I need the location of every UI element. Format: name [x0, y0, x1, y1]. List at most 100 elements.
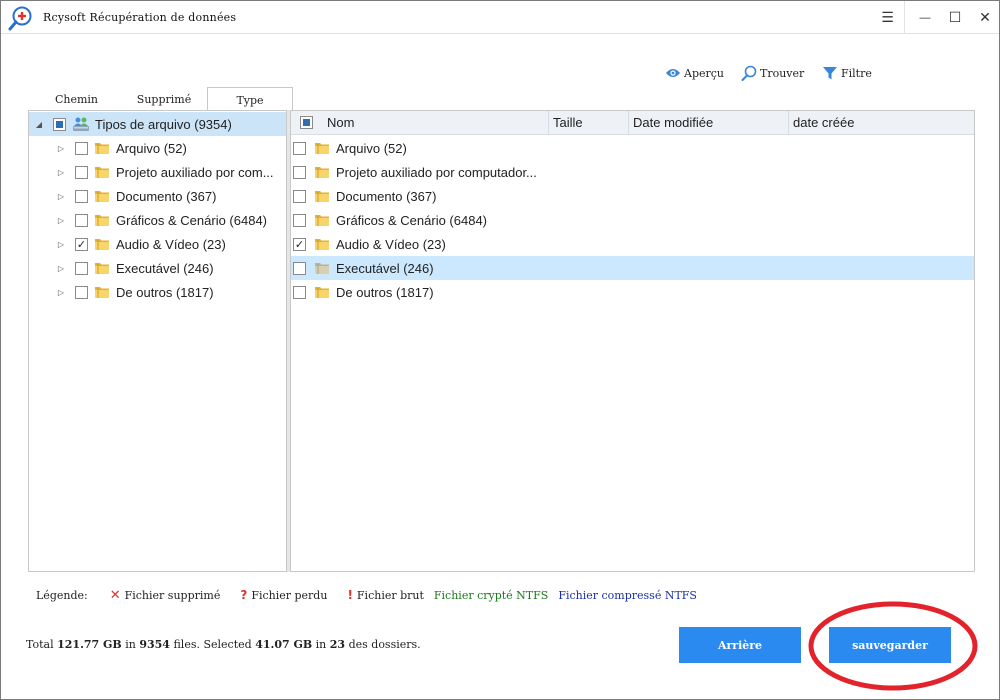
column-header-size[interactable]: Taille	[549, 111, 629, 135]
tree-item-checkbox[interactable]	[75, 165, 88, 179]
table-row[interactable]: Documento (367)	[291, 184, 974, 208]
tree-item-checkbox[interactable]	[75, 189, 88, 203]
row-name: Arquivo (52)	[336, 140, 407, 156]
expand-arrow-icon[interactable]: ▷	[57, 216, 65, 225]
folder-icon	[95, 215, 109, 226]
folder-icon	[95, 143, 109, 154]
status-total-files: 9354	[139, 638, 170, 651]
row-checkbox[interactable]	[293, 141, 306, 155]
find-button[interactable]: Trouver	[741, 64, 804, 82]
table-row[interactable]: Executável (246)	[291, 256, 974, 280]
row-checkbox[interactable]	[293, 165, 306, 179]
close-icon: ✕	[979, 9, 991, 25]
filter-label: Filtre	[841, 66, 872, 80]
tree-item-checkbox[interactable]	[75, 213, 88, 227]
expand-arrow-icon[interactable]: ▷	[57, 192, 65, 201]
folder-icon	[315, 287, 329, 298]
status-bar: Total 121.77 GB in 9354 files. Selected …	[26, 638, 421, 651]
row-name: Executável (246)	[336, 260, 434, 276]
save-button[interactable]: sauvegarder	[829, 627, 951, 663]
status-total-size: 121.77 GB	[57, 638, 122, 651]
tree-item-checkbox[interactable]	[75, 261, 88, 275]
status-prefix: Total	[26, 638, 54, 651]
maximize-button[interactable]: ☐	[939, 1, 971, 34]
expand-arrow-icon[interactable]: ▷	[57, 240, 65, 249]
tree-item-label: Audio & Vídeo (23)	[116, 236, 226, 252]
tree-item-label: Executável (246)	[116, 260, 214, 276]
expand-arrow-icon[interactable]: ▷	[57, 288, 65, 297]
expand-arrow-icon[interactable]: ▷	[57, 264, 65, 273]
menu-button[interactable]: ☰	[871, 1, 905, 34]
column-header-modified[interactable]: Date modifiée	[629, 111, 789, 135]
table-row[interactable]: Projeto auxiliado por computador...	[291, 160, 974, 184]
tree-item-label: Projeto auxiliado por com...	[116, 164, 274, 180]
tree-root-checkbox[interactable]	[53, 117, 66, 131]
tree-item[interactable]: ▷ Audio & Vídeo (23)	[29, 232, 286, 256]
folder-icon	[95, 287, 109, 298]
row-checkbox[interactable]	[293, 285, 306, 299]
table-row[interactable]: Audio & Vídeo (23)	[291, 232, 974, 256]
tree-item[interactable]: ▷ Arquivo (52)	[29, 136, 286, 160]
app-window: Rcysoft Récupération de données ☰ — ☐ ✕ …	[0, 0, 1000, 700]
row-name: Audio & Vídeo (23)	[336, 236, 446, 252]
legend: Légende: ✕ Fichier supprimé ? Fichier pe…	[36, 587, 707, 603]
folder-icon	[95, 167, 109, 178]
tree-item[interactable]: ▷ Documento (367)	[29, 184, 286, 208]
folder-icon	[315, 167, 329, 178]
legend-lost: Fichier perdu	[251, 588, 328, 602]
expand-arrow-icon[interactable]: ▷	[57, 168, 65, 177]
close-button[interactable]: ✕	[969, 1, 1000, 34]
tab-chemin[interactable]: Chemin	[29, 87, 124, 111]
magnifier-icon	[741, 65, 757, 81]
table-row[interactable]: Gráficos & Cenário (6484)	[291, 208, 974, 232]
table-header: Nom Taille Date modifiée date créée	[291, 111, 974, 135]
column-header-created[interactable]: date créée	[789, 111, 974, 135]
eye-icon	[666, 69, 680, 77]
select-all-checkbox[interactable]	[299, 116, 313, 129]
collapse-arrow-icon[interactable]: ◢	[35, 120, 43, 129]
folder-icon	[95, 239, 109, 250]
window-title: Rcysoft Récupération de données	[43, 11, 237, 24]
tree-item[interactable]: ▷ Gráficos & Cenário (6484)	[29, 208, 286, 232]
row-checkbox[interactable]	[293, 213, 306, 227]
status-selected-count: 23	[329, 638, 346, 651]
legend-deleted: Fichier supprimé	[124, 588, 221, 602]
table-row[interactable]: Arquivo (52)	[291, 136, 974, 160]
row-checkbox[interactable]	[293, 237, 306, 251]
tab-supprime[interactable]: Supprimé	[121, 87, 207, 111]
tree-item-checkbox[interactable]	[75, 237, 88, 251]
row-name: Gráficos & Cenário (6484)	[336, 212, 488, 228]
tree-root-label: Tipos de arquivo (9354)	[95, 116, 232, 132]
filter-button[interactable]: Filtre	[822, 64, 872, 82]
expand-arrow-icon[interactable]: ▷	[57, 144, 65, 153]
deleted-file-icon: ✕	[109, 587, 121, 603]
column-header-name[interactable]: Nom	[321, 111, 549, 135]
row-checkbox[interactable]	[293, 189, 306, 203]
app-logo-icon	[8, 6, 32, 31]
back-button[interactable]: Arrière	[679, 627, 801, 663]
table-row[interactable]: De outros (1817)	[291, 280, 974, 304]
preview-button[interactable]: Aperçu	[665, 64, 724, 82]
tab-type[interactable]: Type	[207, 87, 293, 112]
folder-icon	[315, 143, 329, 154]
tree-item[interactable]: ▷ Projeto auxiliado por com...	[29, 160, 286, 184]
legend-compressed: Fichier compressé NTFS	[558, 588, 697, 602]
tree-item[interactable]: ▷ Executável (246)	[29, 256, 286, 280]
minimize-button[interactable]: —	[909, 1, 941, 34]
legend-raw: Fichier brut	[356, 588, 424, 602]
hamburger-icon: ☰	[881, 9, 894, 25]
row-checkbox[interactable]	[293, 261, 306, 275]
tree-root[interactable]: ◢ Tipos de arquivo (9354)	[29, 112, 286, 136]
tree-item-checkbox[interactable]	[75, 141, 88, 155]
tree-item-label: De outros (1817)	[116, 284, 214, 300]
drive-users-icon	[73, 117, 89, 131]
status-in: in	[125, 638, 136, 651]
legend-encrypted: Fichier crypté NTFS	[433, 588, 549, 602]
select-all-cell	[291, 111, 321, 135]
folder-icon	[95, 191, 109, 202]
title-bar: Rcysoft Récupération de données ☰ — ☐ ✕	[1, 1, 999, 34]
tree-item[interactable]: ▷ De outros (1817)	[29, 280, 286, 304]
minimize-icon: —	[919, 11, 931, 24]
file-table: Nom Taille Date modifiée date créée Arqu…	[290, 110, 975, 572]
tree-item-checkbox[interactable]	[75, 285, 88, 299]
